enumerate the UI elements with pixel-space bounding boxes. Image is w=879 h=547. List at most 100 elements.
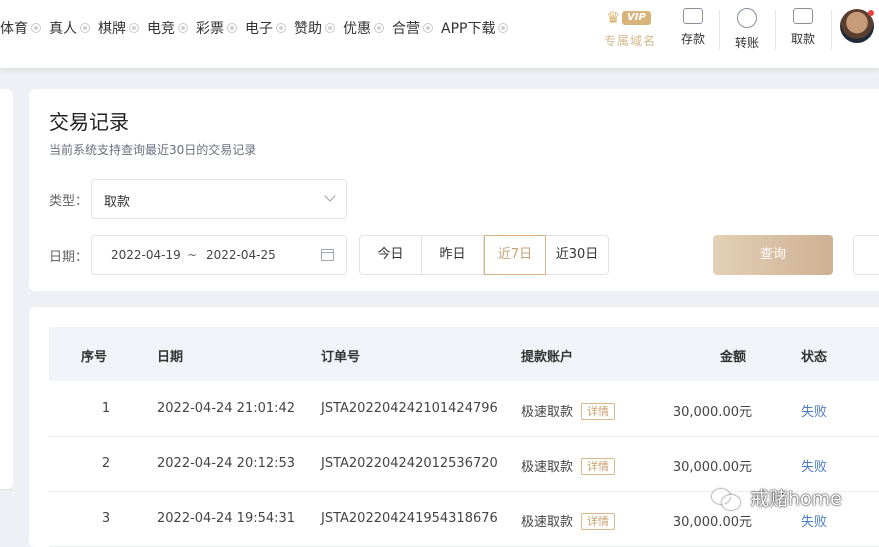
- quick-range-yesterday[interactable]: 昨日: [422, 236, 484, 274]
- row-index: 1: [101, 401, 111, 416]
- wechat-logo-icon: [712, 487, 742, 510]
- filter-card: 交易记录 当前系统支持查询最近30日的交易记录 类型： 取款 日期： 2022-…: [29, 89, 879, 291]
- type-label: 类型：: [49, 194, 89, 209]
- nav-label: 合营: [392, 21, 420, 37]
- page-subtitle: 当前系统支持查询最近30日的交易记录: [49, 143, 257, 157]
- withdraw-button[interactable]: 取款: [781, 8, 825, 47]
- nav-item-slots[interactable]: 电子: [245, 18, 286, 38]
- date-start-value: 2022-04-19: [111, 248, 181, 262]
- col-account: 提款账户: [521, 350, 574, 365]
- dropdown-dot-icon: [31, 23, 41, 33]
- row-index: 3: [101, 511, 111, 526]
- col-index: 序号: [81, 350, 108, 365]
- query-button[interactable]: 查询: [713, 235, 833, 275]
- detail-button[interactable]: 详情: [581, 458, 616, 475]
- dropdown-dot-icon: [374, 23, 384, 33]
- col-status: 状态: [801, 350, 828, 365]
- row-index: 2: [101, 456, 111, 471]
- dropdown-dot-icon: [129, 23, 139, 33]
- row-date: 2022-04-24 20:12:53: [157, 456, 296, 471]
- card-icon: [793, 8, 813, 24]
- deposit-button[interactable]: 存款: [671, 8, 715, 47]
- vip-domain-link[interactable]: ♛ VIP 专属域名: [600, 8, 660, 50]
- nav-label: 棋牌: [98, 21, 126, 37]
- deposit-label: 存款: [680, 32, 705, 46]
- type-select[interactable]: 取款: [91, 179, 347, 219]
- detail-button[interactable]: 详情: [581, 403, 616, 420]
- row-amount: 30,000.00元: [672, 405, 752, 420]
- nav-item-affiliate[interactable]: 合营: [392, 18, 433, 38]
- row-date: 2022-04-24 19:54:31: [157, 511, 296, 526]
- nav-item-app-download[interactable]: APP下载: [441, 18, 509, 38]
- quick-range-30days[interactable]: 近30日: [546, 236, 608, 274]
- account-name: 极速取款: [521, 460, 574, 475]
- notification-dot-icon: [868, 10, 874, 16]
- nav-label: APP下载: [441, 21, 496, 37]
- quick-range-today[interactable]: 今日: [360, 236, 422, 274]
- row-status: 失败: [801, 515, 828, 530]
- wallet-icon: [683, 8, 703, 24]
- watermark: 戒赌home: [712, 484, 842, 511]
- detail-button[interactable]: 详情: [581, 513, 616, 530]
- dropdown-dot-icon: [276, 23, 286, 33]
- transfer-button[interactable]: 转账: [725, 8, 769, 51]
- row-date: 2022-04-24 21:01:42: [157, 401, 296, 416]
- account-name: 极速取款: [521, 405, 574, 420]
- chevron-down-icon: [324, 190, 336, 202]
- dropdown-dot-icon: [423, 23, 433, 33]
- top-bar: 体育 真人 棋牌 电竞 彩票 电子 赞助 优惠 合营 APP下载 ♛ VIP 专…: [0, 0, 879, 68]
- page-title: 交易记录: [49, 110, 129, 134]
- sidebar-panel: [0, 89, 13, 489]
- row-amount: 30,000.00元: [672, 460, 752, 475]
- col-order: 订单号: [321, 350, 361, 365]
- dropdown-dot-icon: [498, 23, 509, 33]
- row-status: 失败: [801, 460, 828, 475]
- quick-range-7days[interactable]: 近7日: [484, 235, 546, 275]
- date-label: 日期：: [49, 250, 89, 265]
- dropdown-dot-icon: [325, 23, 335, 33]
- nav-label: 电竞: [147, 21, 175, 37]
- row-status: 失败: [801, 405, 828, 420]
- nav-item-promotions[interactable]: 优惠: [343, 18, 384, 38]
- nav-label: 彩票: [196, 21, 224, 37]
- row-account: 极速取款 详情: [521, 456, 616, 475]
- nav-item-sponsor[interactable]: 赞助: [294, 18, 335, 38]
- records-table: 序号 日期 订单号 提款账户 金额 状态 1 2022-04-24 21:01:…: [29, 307, 879, 547]
- date-range-picker[interactable]: 2022-04-19 ~ 2022-04-25: [91, 235, 347, 275]
- nav-label: 体育: [0, 21, 28, 37]
- vip-label: 专属域名: [603, 34, 656, 48]
- vip-tag: VIP: [622, 11, 651, 25]
- nav-item-live[interactable]: 真人: [49, 18, 90, 38]
- nav-item-chess[interactable]: 棋牌: [98, 18, 139, 38]
- row-account: 极速取款 详情: [521, 401, 616, 420]
- row-order: JSTA202204242101424796: [321, 401, 498, 416]
- col-amount: 金额: [720, 350, 747, 365]
- row-order: JSTA202204241954318676: [321, 511, 498, 526]
- nav-item-lottery[interactable]: 彩票: [196, 18, 237, 38]
- date-separator: ~: [187, 248, 198, 262]
- row-order: JSTA202204242012536720: [321, 456, 498, 471]
- divider: [831, 10, 832, 50]
- table-header: 序号 日期 订单号 提款账户 金额 状态: [49, 327, 879, 381]
- col-date: 日期: [157, 350, 184, 365]
- nav-label: 赞助: [294, 21, 322, 37]
- account-name: 极速取款: [521, 515, 574, 530]
- nav-label: 电子: [245, 21, 273, 37]
- secondary-button[interactable]: [853, 235, 879, 275]
- nav-label: 优惠: [343, 21, 371, 37]
- nav-item-sports[interactable]: 体育: [0, 18, 41, 38]
- nav-item-esports[interactable]: 电竞: [147, 18, 188, 38]
- crown-icon: ♛: [606, 8, 621, 27]
- calendar-icon[interactable]: [321, 249, 334, 261]
- row-account: 极速取款 详情: [521, 511, 616, 530]
- divider: [775, 10, 776, 50]
- table-row: 1 2022-04-24 21:01:42 JSTA20220424210142…: [49, 381, 879, 437]
- dropdown-dot-icon: [227, 23, 237, 33]
- transfer-icon: [737, 8, 757, 28]
- row-amount: 30,000.00元: [672, 515, 752, 530]
- date-end-value: 2022-04-25: [206, 248, 276, 262]
- dropdown-dot-icon: [178, 23, 188, 33]
- vip-badge: ♛ VIP: [600, 8, 660, 28]
- withdraw-label: 取款: [790, 32, 815, 46]
- divider: [719, 10, 720, 50]
